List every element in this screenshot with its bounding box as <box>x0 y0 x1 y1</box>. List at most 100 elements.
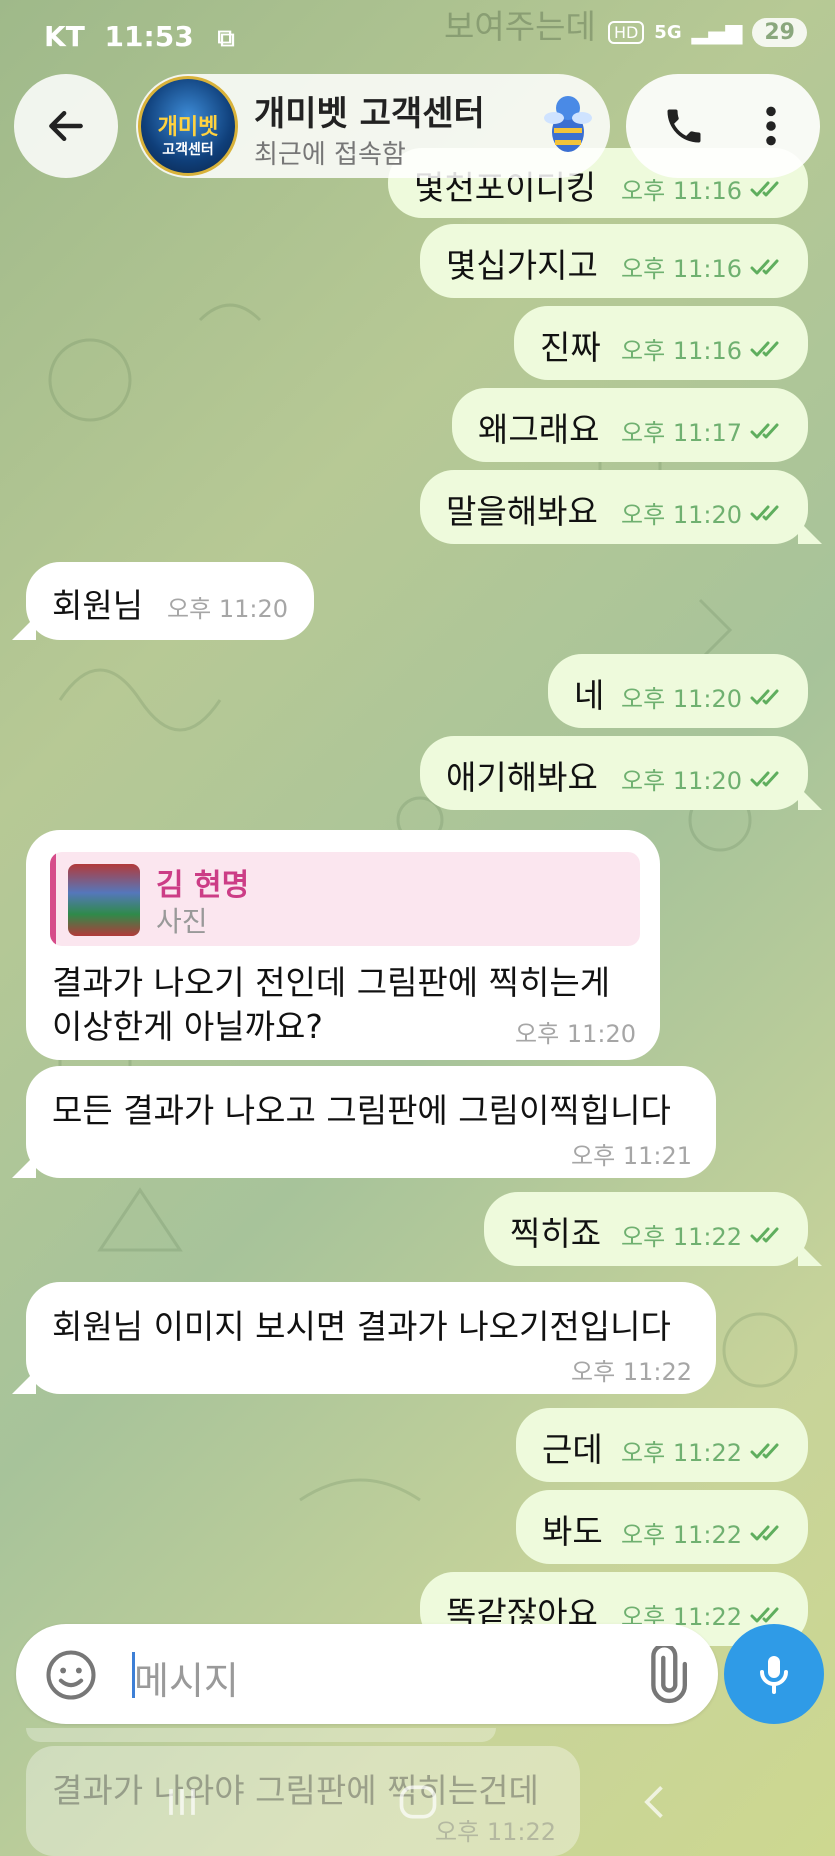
outgoing-message[interactable]: 왜그래요 오후 11:17 <box>452 388 808 462</box>
outgoing-message[interactable]: 네 오후 11:20 <box>548 654 808 728</box>
outgoing-message[interactable]: 봐도 오후 11:22 <box>516 1490 808 1564</box>
home-button[interactable] <box>394 1780 442 1828</box>
message-time: 오후 11:20 <box>621 767 742 795</box>
message-text: 진짜 <box>540 328 601 367</box>
recent-apps-button[interactable] <box>160 1780 204 1828</box>
message-text: 왜그래요 <box>478 410 600 449</box>
message-text: 회원님 이미지 보시면 결과가 나오기전입니다 <box>52 1307 671 1346</box>
double-check-icon <box>750 181 779 196</box>
message-meta: 오후 11:22 <box>621 1515 788 1550</box>
avatar-logo-subtext: 고객센터 <box>162 142 214 158</box>
more-options-button[interactable] <box>746 96 796 156</box>
message-time: 오후 11:20 <box>167 595 288 623</box>
message-text: 회원님 <box>52 586 144 625</box>
incoming-message[interactable]: 회원님 이미지 보시면 결과가 나오기전입니다오후 11:22 <box>12 1282 716 1394</box>
bee-emoji-icon <box>544 96 592 152</box>
reply-preview[interactable]: 김 현명 사진 <box>50 852 640 946</box>
paperclip-icon[interactable] <box>636 1646 694 1704</box>
signal-icon: ▂▄▆ <box>691 20 743 45</box>
bubble-tail <box>12 1370 36 1394</box>
double-check-icon <box>750 689 779 704</box>
message-text: 근데 <box>542 1430 603 1469</box>
reply-media-type: 사진 <box>156 905 208 938</box>
message-time: 오후 11:16 <box>621 255 742 283</box>
message-composer: 메시지 <box>16 1624 718 1724</box>
clock: 11:53 <box>104 20 194 53</box>
back-button[interactable] <box>14 74 118 178</box>
outgoing-message[interactable]: 진짜 오후 11:16 <box>514 306 808 380</box>
message-time: 오후 11:22 <box>621 1521 742 1549</box>
double-check-icon <box>750 505 779 520</box>
avatar[interactable]: 개미벳 고객센터 <box>138 76 238 176</box>
voice-record-button[interactable] <box>724 1624 824 1724</box>
outgoing-message[interactable]: 찍히죠 오후 11:22 <box>484 1192 822 1266</box>
outgoing-message[interactable]: 근데 오후 11:22 <box>516 1408 808 1482</box>
message-meta: 오후 11:20 <box>621 679 788 714</box>
message-time: 오후 11:22 <box>621 1439 742 1467</box>
message-time: 오후 11:22 <box>621 1223 742 1251</box>
double-check-icon <box>750 771 779 786</box>
incoming-message[interactable]: 모든 결과가 나오고 그림판에 그림이찍힙니다오후 11:21 <box>12 1066 716 1178</box>
message-time: 오후 11:20 <box>621 685 742 713</box>
message-text-line: 이상한게 아닐까요? <box>52 1007 323 1046</box>
double-check-icon <box>750 1227 779 1242</box>
message-time: 오후 11:17 <box>621 419 742 447</box>
message-time: 오후 11:16 <box>621 337 742 365</box>
double-check-icon <box>750 1525 779 1540</box>
message-text: 봐도 <box>542 1512 603 1551</box>
incoming-message[interactable]: 회원님 오후 11:20 <box>12 562 314 640</box>
reply-accent-bar <box>50 852 56 946</box>
message-meta: 오후 11:16 <box>621 331 788 366</box>
bubble-tail <box>798 520 822 544</box>
status-left: KT 11:53 ⧉ <box>44 20 235 53</box>
chat-header[interactable]: 개미벳 고객센터 개미벳 고객센터 최근에 접속함 <box>136 74 610 178</box>
hd-badge: HD <box>607 21 645 44</box>
home-icon <box>399 1785 437 1819</box>
double-check-icon <box>750 1607 779 1622</box>
message-meta: 오후 11:22 <box>621 1433 788 1468</box>
bubble-tail <box>12 1154 36 1178</box>
system-nav-bar <box>0 1740 835 1856</box>
message-text: 네 <box>574 676 605 715</box>
status-right: HD 5G ▂▄▆ 29 <box>607 18 807 47</box>
chat-title: 개미벳 고객센터 <box>254 94 485 134</box>
message-text: 모든 결과가 나오고 그림판에 그림이찍힙니다 <box>52 1091 671 1130</box>
microphone-icon <box>760 1656 788 1694</box>
message-input[interactable]: 메시지 <box>134 1650 239 1705</box>
bubble-tail <box>798 1242 822 1266</box>
recent-apps-icon <box>169 1789 195 1815</box>
header-actions <box>626 74 820 178</box>
message-meta: 오후 11:20 <box>621 495 788 530</box>
message-text: 찍히죠 <box>510 1214 602 1253</box>
double-check-icon <box>750 1443 779 1458</box>
outgoing-message[interactable]: 말을해봐요 오후 11:20 <box>420 470 822 544</box>
nav-back-icon <box>644 1786 663 1818</box>
bubble-tail <box>798 786 822 810</box>
avatar-logo-text: 개미벳 <box>157 115 219 140</box>
message-meta: 오후 11:22 <box>621 1217 788 1252</box>
reply-thumbnail <box>68 864 140 936</box>
outgoing-message[interactable]: 몇십가지고 오후 11:16 <box>420 224 808 298</box>
outgoing-message[interactable]: 애기해봐요 오후 11:20 <box>420 736 822 810</box>
bubble-tail <box>12 616 36 640</box>
call-button[interactable] <box>654 96 714 156</box>
message-text: 애기해봐요 <box>446 758 598 797</box>
message-time: 오후 11:21 <box>571 1142 692 1170</box>
message-meta: 오후 11:16 <box>621 249 788 284</box>
network-label: 5G <box>654 22 682 43</box>
message-meta: 오후 11:22 <box>571 1352 692 1387</box>
phone-icon <box>667 109 701 143</box>
message-text: 말을해봐요 <box>446 492 598 531</box>
carrier-label: KT <box>44 20 85 53</box>
status-bar: KT 11:53 ⧉ HD 5G ▂▄▆ 29 <box>0 0 835 74</box>
double-check-icon <box>750 259 779 274</box>
message-meta: 오후 11:20 <box>167 589 288 624</box>
message-meta: 오후 11:20 <box>621 761 788 796</box>
screenshot-icon: ⧉ <box>217 24 235 52</box>
message-time: 오후 11:22 <box>571 1358 692 1386</box>
message-time: 오후 11:20 <box>621 501 742 529</box>
reply-author: 김 현명 <box>156 868 250 903</box>
incoming-message[interactable]: 김 현명 사진 결과가 나오기 전인데 그림판에 찍히는게 이상한게 아닐까요? 오후 … <box>26 830 660 1060</box>
nav-back-button[interactable] <box>634 1780 678 1828</box>
emoji-icon[interactable] <box>44 1648 98 1702</box>
